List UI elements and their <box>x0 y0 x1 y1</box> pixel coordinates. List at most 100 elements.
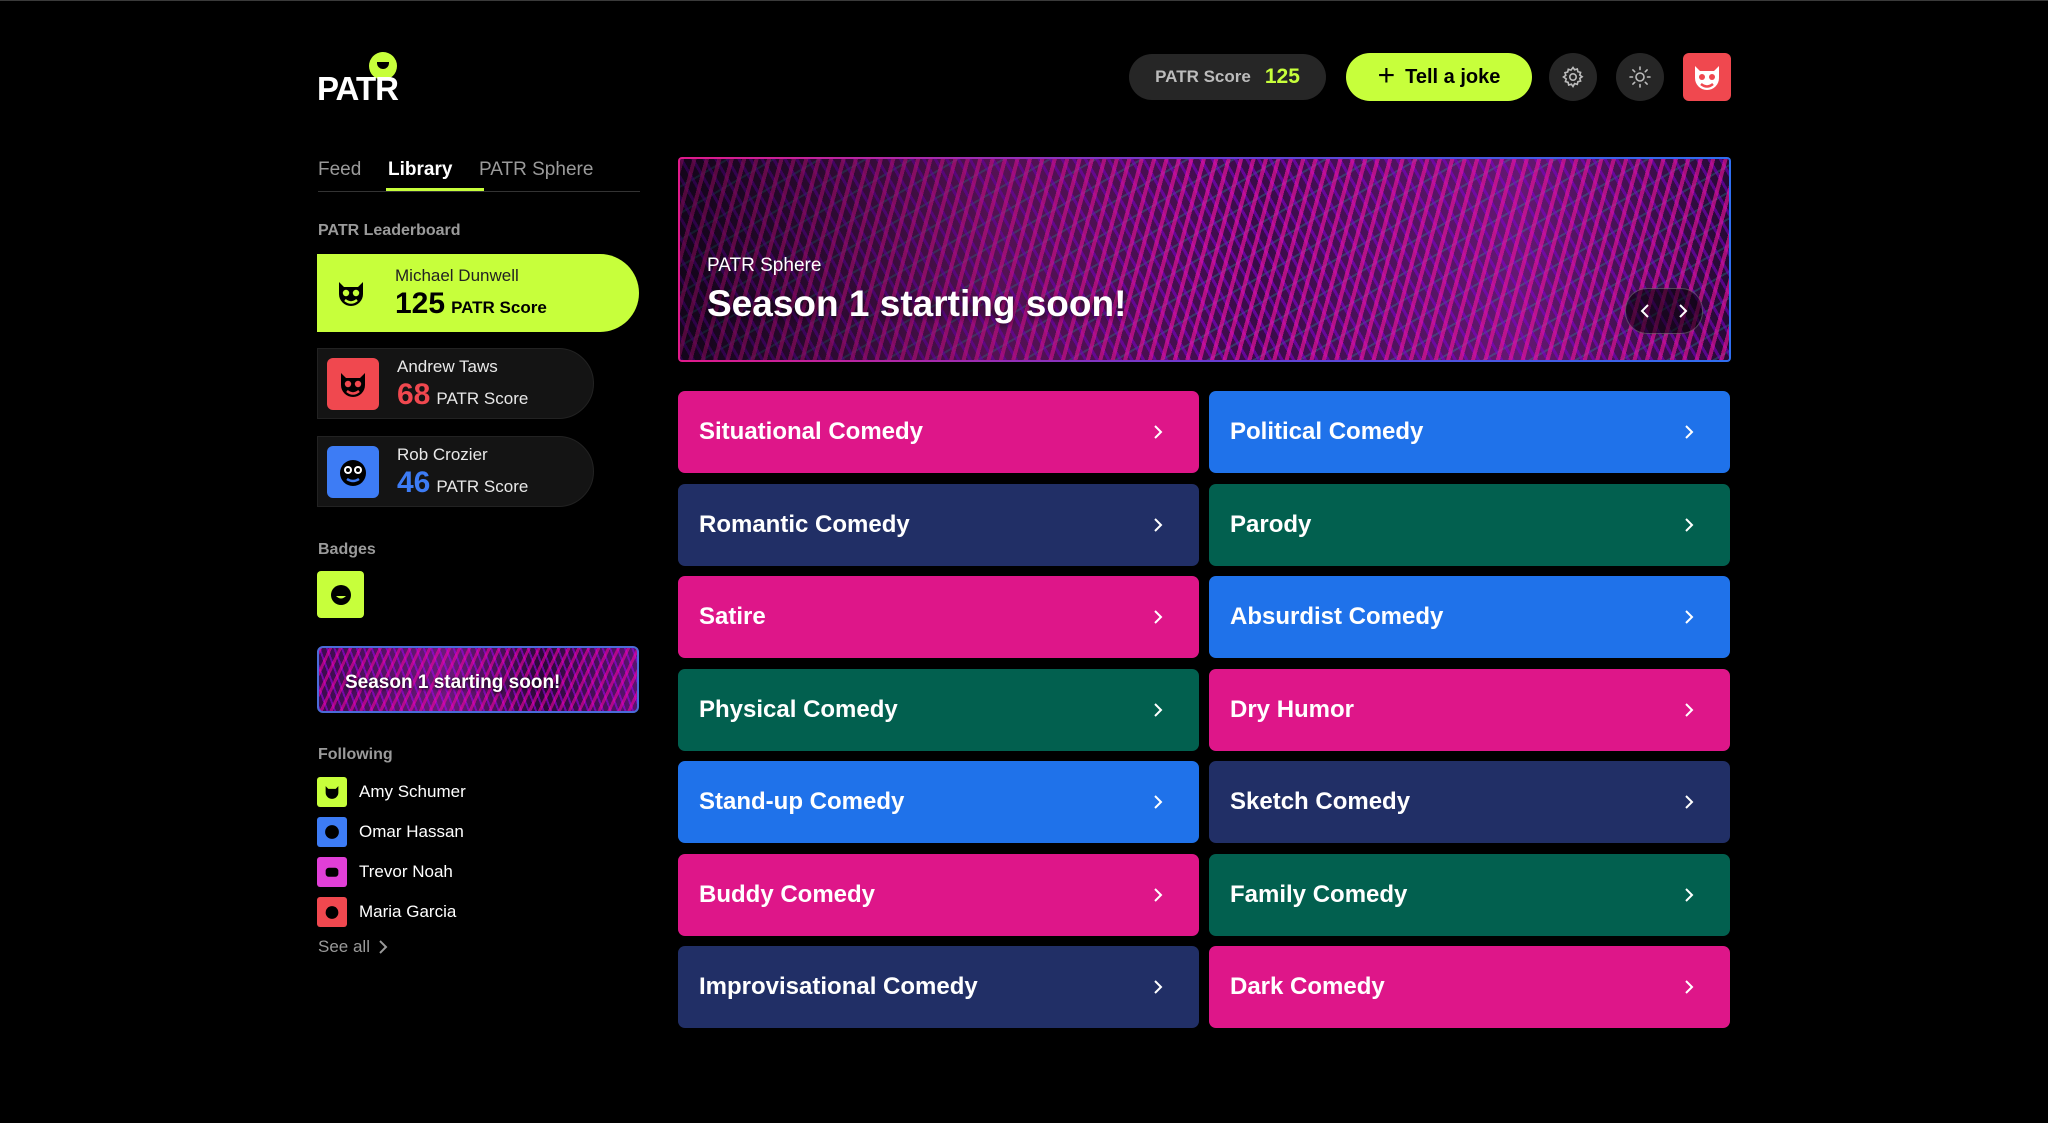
window-top-border <box>0 0 2048 1</box>
chevron-right-icon <box>1684 887 1694 903</box>
leaderboard-avatar <box>327 445 379 498</box>
badges-title: Badges <box>318 541 376 558</box>
leaderboard-score: 68 <box>397 377 431 411</box>
theme-toggle-button[interactable] <box>1616 53 1664 101</box>
patr-score-pill: PATR Score 125 <box>1129 54 1326 100</box>
category-tile-situational-comedy[interactable]: Situational Comedy <box>678 391 1199 473</box>
mini-banner-text: Season 1 starting soon! <box>345 672 561 693</box>
chevron-right-icon <box>1684 979 1694 995</box>
category-tile-dark-comedy[interactable]: Dark Comedy <box>1209 946 1730 1028</box>
carousel-controls <box>1625 288 1703 334</box>
category-label: Family Comedy <box>1230 881 1408 908</box>
chevron-right-icon <box>1153 424 1163 440</box>
leaderboard-name: Rob Crozier <box>397 444 488 464</box>
leaderboard-score: 125 <box>395 287 446 320</box>
leaderboard-score-unit: PATR Score <box>451 298 547 317</box>
chevron-right-icon <box>1153 887 1163 903</box>
following-item-trevor-noah[interactable]: Trevor Noah <box>317 857 453 887</box>
chevron-right-icon <box>1684 517 1694 533</box>
gear-icon <box>1562 66 1584 89</box>
tab-patr-sphere[interactable]: PATR Sphere <box>479 159 593 181</box>
carousel-prev-button[interactable] <box>1640 303 1650 319</box>
leaderboard-entry-2[interactable]: Andrew Taws 68 PATR Score <box>317 348 594 419</box>
logo-text: PATR <box>317 70 399 107</box>
category-tile-parody[interactable]: Parody <box>1209 484 1730 566</box>
category-label: Improvisational Comedy <box>699 973 978 1000</box>
category-tile-physical-comedy[interactable]: Physical Comedy <box>678 669 1199 751</box>
category-label: Physical Comedy <box>699 696 898 723</box>
chevron-right-icon <box>1153 609 1163 625</box>
category-label: Situational Comedy <box>699 418 924 445</box>
following-name: Omar Hassan <box>359 822 464 841</box>
category-tile-family-comedy[interactable]: Family Comedy <box>1209 854 1730 936</box>
leaderboard-entry-3[interactable]: Rob Crozier 46 PATR Score <box>317 436 594 507</box>
following-name: Trevor Noah <box>359 862 453 881</box>
category-label: Parody <box>1230 511 1312 538</box>
category-tile-stand-up-comedy[interactable]: Stand-up Comedy <box>678 761 1199 843</box>
category-tile-absurdist-comedy[interactable]: Absurdist Comedy <box>1209 576 1730 658</box>
user-avatar[interactable] <box>1683 53 1731 101</box>
score-value: 125 <box>1264 65 1300 88</box>
badge-item[interactable] <box>317 571 364 618</box>
category-label: Stand-up Comedy <box>699 788 905 815</box>
patr-logo[interactable]: PATR <box>317 52 399 107</box>
following-item-maria-garcia[interactable]: Maria Garcia <box>317 897 456 927</box>
see-all-link[interactable]: See all <box>318 937 388 957</box>
monster-avatar-icon <box>1695 66 1719 90</box>
following-item-omar-hassan[interactable]: Omar Hassan <box>317 817 464 847</box>
category-tile-sketch-comedy[interactable]: Sketch Comedy <box>1209 761 1730 843</box>
hero-subtitle: PATR Sphere <box>707 255 822 276</box>
tab-feed[interactable]: Feed <box>318 159 361 181</box>
chevron-right-icon <box>1153 979 1163 995</box>
category-label: Absurdist Comedy <box>1230 603 1444 630</box>
leaderboard-entry-1[interactable]: Michael Dunwell 125 PATR Score <box>317 254 639 332</box>
monster-avatar-icon <box>325 825 339 839</box>
category-label: Dark Comedy <box>1230 973 1385 1000</box>
category-tile-political-comedy[interactable]: Political Comedy <box>1209 391 1730 473</box>
chat-bubble-icon <box>330 584 351 605</box>
chevron-right-icon <box>1684 702 1694 718</box>
chevron-right-icon <box>1153 794 1163 810</box>
settings-button[interactable] <box>1549 53 1597 101</box>
category-tile-satire[interactable]: Satire <box>678 576 1199 658</box>
monster-avatar-icon <box>325 786 339 799</box>
following-name: Maria Garcia <box>359 902 457 921</box>
category-tile-dry-humor[interactable]: Dry Humor <box>1209 669 1730 751</box>
category-tile-romantic-comedy[interactable]: Romantic Comedy <box>678 484 1199 566</box>
see-all-label: See all <box>318 937 370 956</box>
following-avatar <box>317 777 347 807</box>
chevron-right-icon <box>379 940 388 954</box>
following-name: Amy Schumer <box>359 782 466 801</box>
category-tile-improvisational-comedy[interactable]: Improvisational Comedy <box>678 946 1199 1028</box>
chevron-right-icon <box>1684 424 1694 440</box>
plus-icon: + <box>1377 58 1396 92</box>
category-label: Romantic Comedy <box>699 511 910 538</box>
category-label: Dry Humor <box>1230 696 1355 723</box>
category-tile-buddy-comedy[interactable]: Buddy Comedy <box>678 854 1199 936</box>
tell-a-joke-button[interactable]: + Tell a joke <box>1346 53 1532 101</box>
monster-avatar-icon <box>325 867 339 877</box>
monster-avatar-icon <box>325 906 339 919</box>
category-label: Political Comedy <box>1230 418 1424 445</box>
category-label: Sketch Comedy <box>1230 788 1411 815</box>
tell-a-joke-label: Tell a joke <box>1405 65 1501 88</box>
following-avatar <box>317 857 347 887</box>
tab-library[interactable]: Library <box>388 159 452 181</box>
leaderboard-name: Andrew Taws <box>397 356 498 376</box>
leaderboard-avatar <box>325 267 377 319</box>
season-mini-banner[interactable]: Season 1 starting soon! <box>317 646 639 713</box>
category-label: Buddy Comedy <box>699 881 876 908</box>
leaderboard-avatar <box>327 357 379 410</box>
leaderboard-title: PATR Leaderboard <box>318 222 461 239</box>
following-avatar <box>317 897 347 927</box>
chevron-left-icon <box>1640 304 1649 318</box>
category-label: Satire <box>699 603 766 630</box>
chevron-right-icon <box>1153 517 1163 533</box>
monster-avatar-icon <box>341 372 365 397</box>
chevron-right-icon <box>1153 702 1163 718</box>
hero-banner[interactable]: PATR Sphere Season 1 starting soon! <box>678 157 1731 362</box>
monster-avatar-icon <box>340 459 366 486</box>
sun-icon <box>1629 66 1651 88</box>
following-item-amy-schumer[interactable]: Amy Schumer <box>317 777 466 807</box>
carousel-next-button[interactable] <box>1678 303 1688 319</box>
